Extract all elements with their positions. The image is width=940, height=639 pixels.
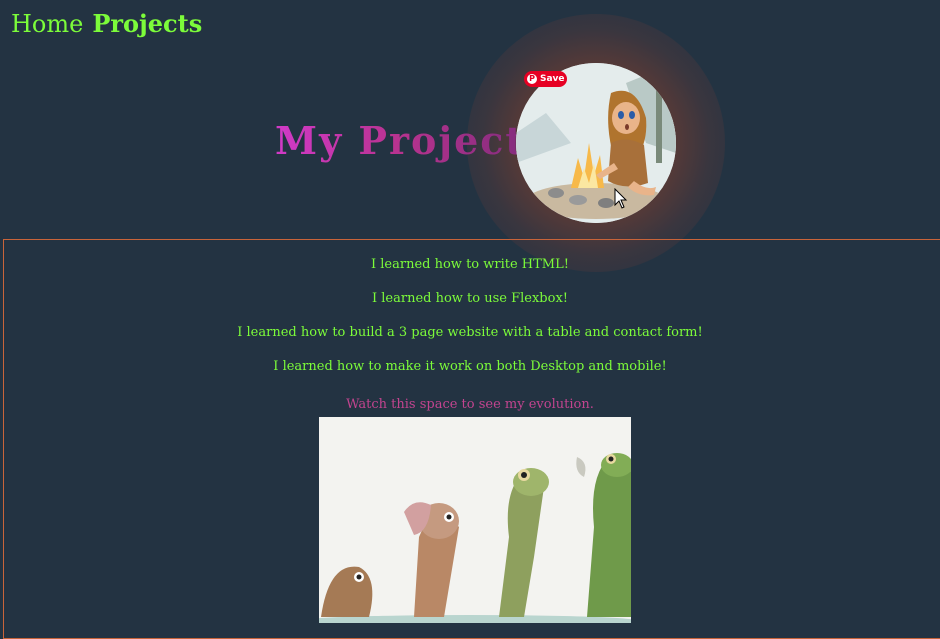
learned-item-html: I learned how to write HTML! bbox=[371, 257, 569, 272]
nav-link-home[interactable]: Home bbox=[11, 8, 83, 40]
top-nav: Home Projects bbox=[11, 8, 202, 40]
pinterest-icon: P bbox=[527, 74, 537, 84]
avatar-image bbox=[516, 63, 676, 223]
learned-item-flexbox: I learned how to use Flexbox! bbox=[371, 291, 569, 306]
cave-girl-illustration bbox=[516, 63, 676, 223]
learned-item-mobile: I learned how to make it work on both De… bbox=[273, 359, 667, 374]
mouse-cursor-icon bbox=[614, 188, 628, 209]
evolution-image bbox=[319, 417, 631, 623]
pinterest-save-button[interactable]: P Save bbox=[524, 71, 567, 87]
nav-link-projects[interactable]: Projects bbox=[92, 8, 202, 40]
save-button-label: Save bbox=[540, 74, 565, 84]
frog-evolution-illustration bbox=[319, 417, 631, 623]
evolution-note: Watch this space to see my evolution. bbox=[346, 397, 594, 412]
page-title: My Projects bbox=[275, 118, 549, 163]
learned-item-website: I learned how to build a 3 page website … bbox=[237, 325, 703, 340]
